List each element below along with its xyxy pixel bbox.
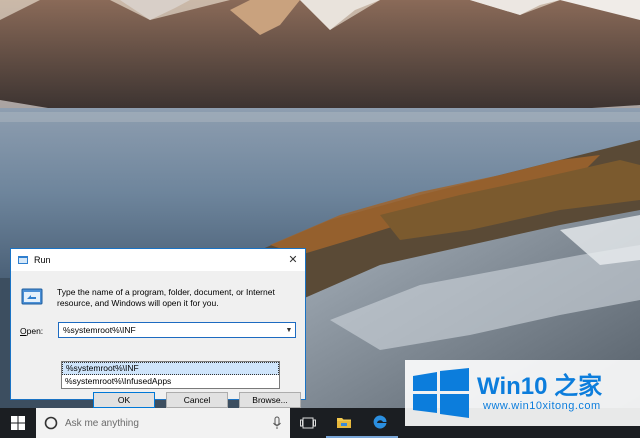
open-label-text: pen: (26, 326, 44, 336)
file-explorer-icon (337, 418, 351, 428)
start-button[interactable] (0, 408, 36, 438)
site-watermark: Win10 之家 www.win10xitong.com (405, 360, 640, 426)
browse-button[interactable]: Browse... (239, 392, 301, 408)
dialog-body: Type the name of a program, folder, docu… (11, 271, 305, 408)
cortana-icon (44, 416, 58, 430)
chevron-down-icon[interactable]: ▼ (283, 324, 295, 336)
cancel-button[interactable]: Cancel (166, 392, 228, 408)
open-input[interactable] (58, 322, 296, 338)
search-placeholder: Ask me anything (65, 417, 139, 429)
edge-browser-button[interactable] (362, 408, 398, 438)
dialog-title-bar[interactable]: Run ✕ (11, 249, 305, 271)
open-label: Open: (20, 326, 43, 336)
task-view-button[interactable] (290, 408, 326, 438)
run-program-icon (21, 288, 43, 305)
run-dialog[interactable]: Run ✕ Type the name of a program, folder… (10, 248, 306, 408)
autocomplete-item[interactable]: %systemroot%\InfusedApps (62, 375, 279, 388)
run-icon (18, 256, 28, 264)
autocomplete-item[interactable]: %systemroot%\INF (62, 362, 279, 375)
edge-icon (373, 415, 387, 429)
file-explorer-button[interactable] (326, 408, 362, 438)
dialog-description: Type the name of a program, folder, docu… (57, 287, 275, 308)
task-view-icon (300, 417, 316, 429)
autocomplete-list: %systemroot%\INF %systemroot%\InfusedApp… (61, 361, 280, 389)
dialog-title: Run (34, 255, 51, 265)
watermark-url: www.win10xitong.com (483, 400, 601, 412)
taskbar-search-box[interactable]: Ask me anything (36, 408, 290, 438)
windows-logo-icon (413, 368, 469, 418)
ok-button[interactable]: OK (93, 392, 155, 408)
microphone-icon[interactable] (272, 416, 282, 430)
open-label-mnemonic: O (20, 326, 27, 336)
watermark-title: Win10 之家 (477, 373, 603, 400)
windows-start-icon (11, 416, 25, 430)
close-button[interactable]: ✕ (285, 252, 301, 268)
